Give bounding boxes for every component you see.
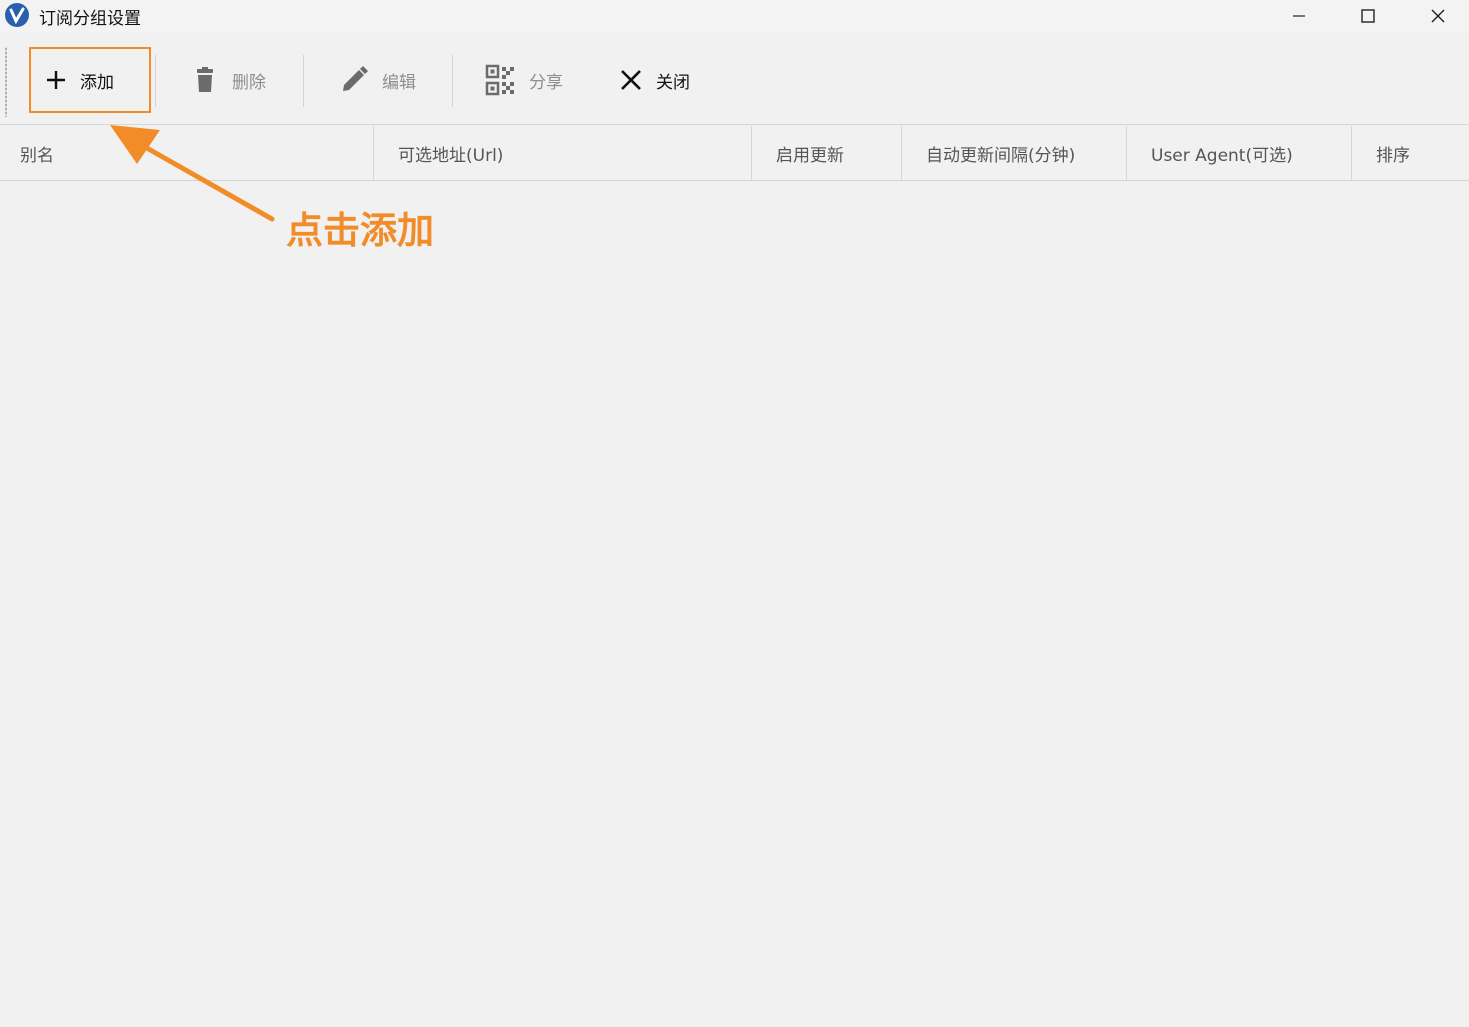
toolbar-grip[interactable] xyxy=(5,47,7,117)
toolbar-divider xyxy=(452,55,453,107)
window-title: 订阅分组设置 xyxy=(39,9,141,29)
pencil-icon xyxy=(338,64,370,96)
qr-code-icon xyxy=(485,64,517,96)
toolbar-divider xyxy=(303,55,304,107)
delete-button[interactable]: 删除 xyxy=(190,47,266,113)
column-header-label: 自动更新间隔(分钟) xyxy=(926,145,1076,166)
trash-icon xyxy=(190,65,220,95)
close-window-button[interactable] xyxy=(1415,0,1461,32)
column-header-label: 排序 xyxy=(1376,145,1410,166)
close-icon xyxy=(618,67,644,93)
add-button-highlight xyxy=(29,47,151,113)
v2rayn-logo-icon xyxy=(5,3,29,27)
column-header-sort[interactable]: 排序 xyxy=(1352,126,1469,180)
close-button-label: 关闭 xyxy=(656,72,690,93)
annotation-text: 点击添加 xyxy=(286,209,434,252)
share-button-label: 分享 xyxy=(529,72,563,93)
column-header-user-agent[interactable]: User Agent(可选) xyxy=(1127,126,1352,180)
close-button[interactable]: 关闭 xyxy=(618,47,690,113)
share-button[interactable]: 分享 xyxy=(485,47,563,113)
minimize-icon xyxy=(1293,15,1305,17)
close-icon xyxy=(1431,9,1445,23)
grid-header: 别名 可选地址(Url) 启用更新 自动更新间隔(分钟) User Agent(… xyxy=(0,126,1469,181)
toolbar-divider xyxy=(155,55,156,107)
column-header-enabled[interactable]: 启用更新 xyxy=(752,126,902,180)
column-header-label: User Agent(可选) xyxy=(1151,145,1293,166)
column-header-auto-update-interval[interactable]: 自动更新间隔(分钟) xyxy=(902,126,1127,180)
delete-button-label: 删除 xyxy=(232,72,266,93)
column-header-label: 启用更新 xyxy=(776,145,844,166)
column-header-alias[interactable]: 别名 xyxy=(0,126,374,180)
title-bar: 订阅分组设置 xyxy=(0,0,1469,32)
maximize-button[interactable] xyxy=(1345,0,1391,32)
minimize-button[interactable] xyxy=(1276,0,1322,32)
toolbar: 添加 删除 编辑 分享 关闭 xyxy=(0,37,1469,125)
edit-button[interactable]: 编辑 xyxy=(338,47,416,113)
grid-body[interactable] xyxy=(0,181,1469,1027)
column-header-label: 可选地址(Url) xyxy=(398,145,504,166)
column-header-url[interactable]: 可选地址(Url) xyxy=(374,126,752,180)
maximize-icon xyxy=(1361,9,1375,23)
column-header-label: 别名 xyxy=(20,145,54,166)
edit-button-label: 编辑 xyxy=(382,72,416,93)
